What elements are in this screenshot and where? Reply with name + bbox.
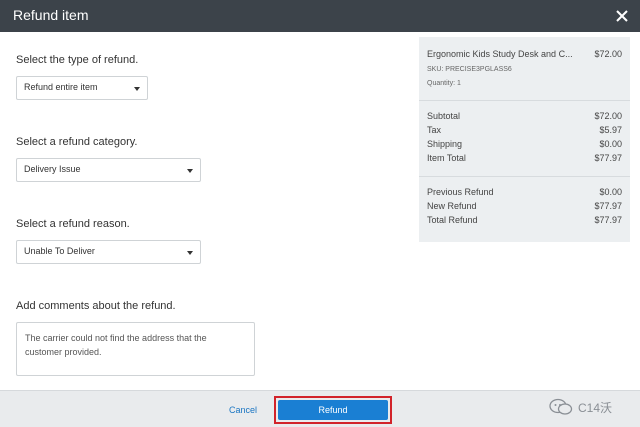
- summary-label: Item Total: [427, 153, 466, 163]
- chevron-down-icon: [187, 169, 193, 173]
- summary-amount: $77.97: [594, 215, 622, 225]
- summary-label: Tax: [427, 125, 442, 135]
- chevron-down-icon: [134, 87, 140, 91]
- refund-summary-panel: Ergonomic Kids Study Desk and C... $72.0…: [419, 37, 630, 242]
- refund-category-label: Select a refund category.: [16, 136, 138, 148]
- summary-row-shipping: Shipping $0.00: [427, 139, 622, 151]
- summary-label: New Refund: [427, 201, 477, 211]
- summary-row-tax: Tax $5.97: [427, 125, 622, 137]
- summary-amount: $72.00: [594, 111, 622, 121]
- summary-row-new-refund: New Refund $77.97: [427, 201, 622, 213]
- summary-divider: [419, 176, 630, 177]
- summary-amount: $0.00: [599, 187, 622, 197]
- refund-type-select[interactable]: Refund entire item: [16, 76, 148, 100]
- summary-label: Subtotal: [427, 111, 461, 121]
- summary-amount: $5.97: [599, 125, 622, 135]
- dialog-titlebar: Refund item: [0, 0, 640, 32]
- summary-row-previous-refund: Previous Refund $0.00: [427, 187, 622, 199]
- summary-divider: [419, 100, 630, 101]
- refund-reason-select[interactable]: Unable To Deliver: [16, 240, 201, 264]
- refund-category-select[interactable]: Delivery Issue: [16, 158, 201, 182]
- summary-row-total-refund: Total Refund $77.97: [427, 215, 622, 227]
- refund-button[interactable]: Refund: [278, 400, 388, 420]
- watermark-text: C14沃: [578, 401, 613, 415]
- chevron-down-icon: [187, 251, 193, 255]
- dialog-title: Refund item: [13, 7, 89, 23]
- summary-row-subtotal: Subtotal $72.00: [427, 111, 622, 123]
- summary-amount: $77.97: [594, 153, 622, 163]
- product-price: $72.00: [594, 49, 622, 59]
- cancel-button[interactable]: Cancel: [229, 405, 257, 415]
- summary-label: Previous Refund: [427, 187, 494, 197]
- comments-label: Add comments about the refund.: [16, 300, 176, 312]
- refund-category-value: Delivery Issue: [24, 164, 81, 174]
- close-icon[interactable]: [612, 6, 632, 26]
- watermark: C14沃: [548, 397, 628, 417]
- refund-type-value: Refund entire item: [24, 82, 98, 92]
- summary-amount: $0.00: [599, 139, 622, 149]
- refund-reason-value: Unable To Deliver: [24, 246, 95, 256]
- product-name: Ergonomic Kids Study Desk and C...: [427, 49, 573, 59]
- comments-textarea[interactable]: The carrier could not find the address t…: [16, 322, 255, 376]
- summary-label: Total Refund: [427, 215, 478, 225]
- summary-amount: $77.97: [594, 201, 622, 211]
- product-quantity: Quantity: 1: [427, 80, 461, 87]
- dialog-footer: Cancel Refund: [0, 390, 640, 427]
- refund-reason-label: Select a refund reason.: [16, 218, 130, 230]
- product-sku: SKU: PRECISE3PGLASS6: [427, 66, 512, 73]
- summary-row-item-total: Item Total $77.97: [427, 153, 622, 165]
- summary-label: Shipping: [427, 139, 463, 149]
- refund-type-label: Select the type of refund.: [16, 54, 139, 66]
- chat-bubbles-icon: [549, 398, 573, 415]
